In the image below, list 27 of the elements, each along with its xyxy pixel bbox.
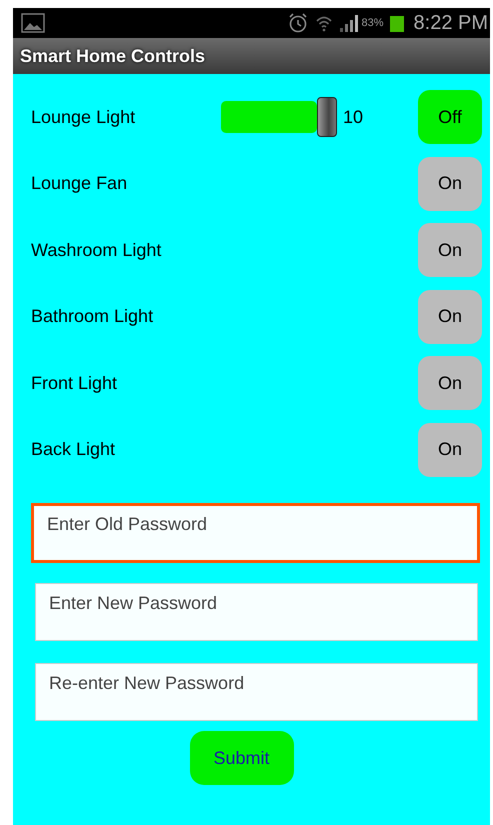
toggle-button[interactable]: On <box>418 156 482 211</box>
image-notification-icon <box>21 13 45 33</box>
toggle-button[interactable]: On <box>418 223 482 278</box>
device-label: Lounge Light <box>31 106 136 128</box>
clock-time: 8:22 PM <box>414 12 488 34</box>
battery-percentage: 83% <box>361 17 384 29</box>
signal-icon <box>339 14 360 32</box>
slider-value: 10 <box>343 106 364 128</box>
password-field[interactable]: Enter Old Password <box>31 503 480 563</box>
toggle-button[interactable]: On <box>418 422 482 477</box>
slider-track[interactable] <box>221 101 317 134</box>
device-label: Washroom Light <box>31 240 162 261</box>
toggle-button[interactable]: Off <box>418 90 482 144</box>
password-field[interactable]: Re-enter New Password <box>35 663 478 721</box>
slider-thumb[interactable] <box>317 97 337 138</box>
device-label: Front Light <box>31 372 118 394</box>
app-title: Smart Home Controls <box>20 46 206 66</box>
submit-button[interactable]: Submit <box>190 731 294 785</box>
password-field[interactable]: Enter New Password <box>35 583 478 641</box>
device-label: Bathroom Light <box>31 306 154 328</box>
alarm-clock-icon <box>287 12 310 34</box>
device-label: Back Light <box>31 439 116 460</box>
battery-icon <box>390 14 404 32</box>
device-label: Lounge Fan <box>31 173 128 194</box>
toggle-button[interactable]: On <box>418 356 482 410</box>
wifi-icon <box>315 14 334 32</box>
toggle-button[interactable]: On <box>418 290 482 344</box>
